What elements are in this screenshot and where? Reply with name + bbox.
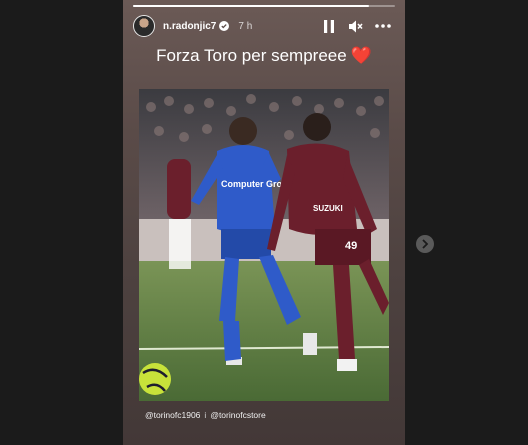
next-story-button[interactable] bbox=[416, 235, 434, 253]
football-match-photo: Computer Gross SUZUKI 49 bbox=[139, 89, 389, 401]
caption-text: Forza Toro per sempreee bbox=[156, 46, 347, 65]
mute-icon[interactable] bbox=[348, 18, 364, 34]
chevron-right-icon bbox=[421, 239, 429, 249]
away-sponsor-text: SUZUKI bbox=[313, 204, 343, 213]
mention-link[interactable]: @torinofcstore bbox=[210, 410, 265, 420]
avatar[interactable] bbox=[133, 15, 155, 37]
verified-badge-icon bbox=[219, 21, 230, 31]
username[interactable]: n.radonjic7 bbox=[163, 21, 216, 32]
story-header: n.radonjic7 7 h bbox=[133, 14, 395, 38]
story-caption: Forza Toro per sempreee ❤️ bbox=[123, 46, 405, 66]
mention-link[interactable]: @torinofc1906 bbox=[145, 410, 200, 420]
pause-icon[interactable] bbox=[321, 18, 337, 34]
post-time: 7 h bbox=[238, 20, 253, 32]
heart-emoji: ❤️ bbox=[350, 46, 372, 65]
story-controls bbox=[321, 18, 395, 34]
story-viewer: n.radonjic7 7 h Forza Toro per sempreee … bbox=[0, 0, 528, 445]
story-mentions: @torinofc1906 i @torinofcstore bbox=[145, 410, 266, 420]
away-player-number: 49 bbox=[345, 240, 357, 252]
more-options-icon[interactable] bbox=[375, 18, 391, 34]
story-card[interactable]: n.radonjic7 7 h Forza Toro per sempreee … bbox=[123, 0, 405, 445]
mention-separator: i bbox=[204, 410, 207, 420]
story-progress-bar bbox=[133, 5, 395, 7]
story-progress-fill bbox=[133, 5, 369, 7]
